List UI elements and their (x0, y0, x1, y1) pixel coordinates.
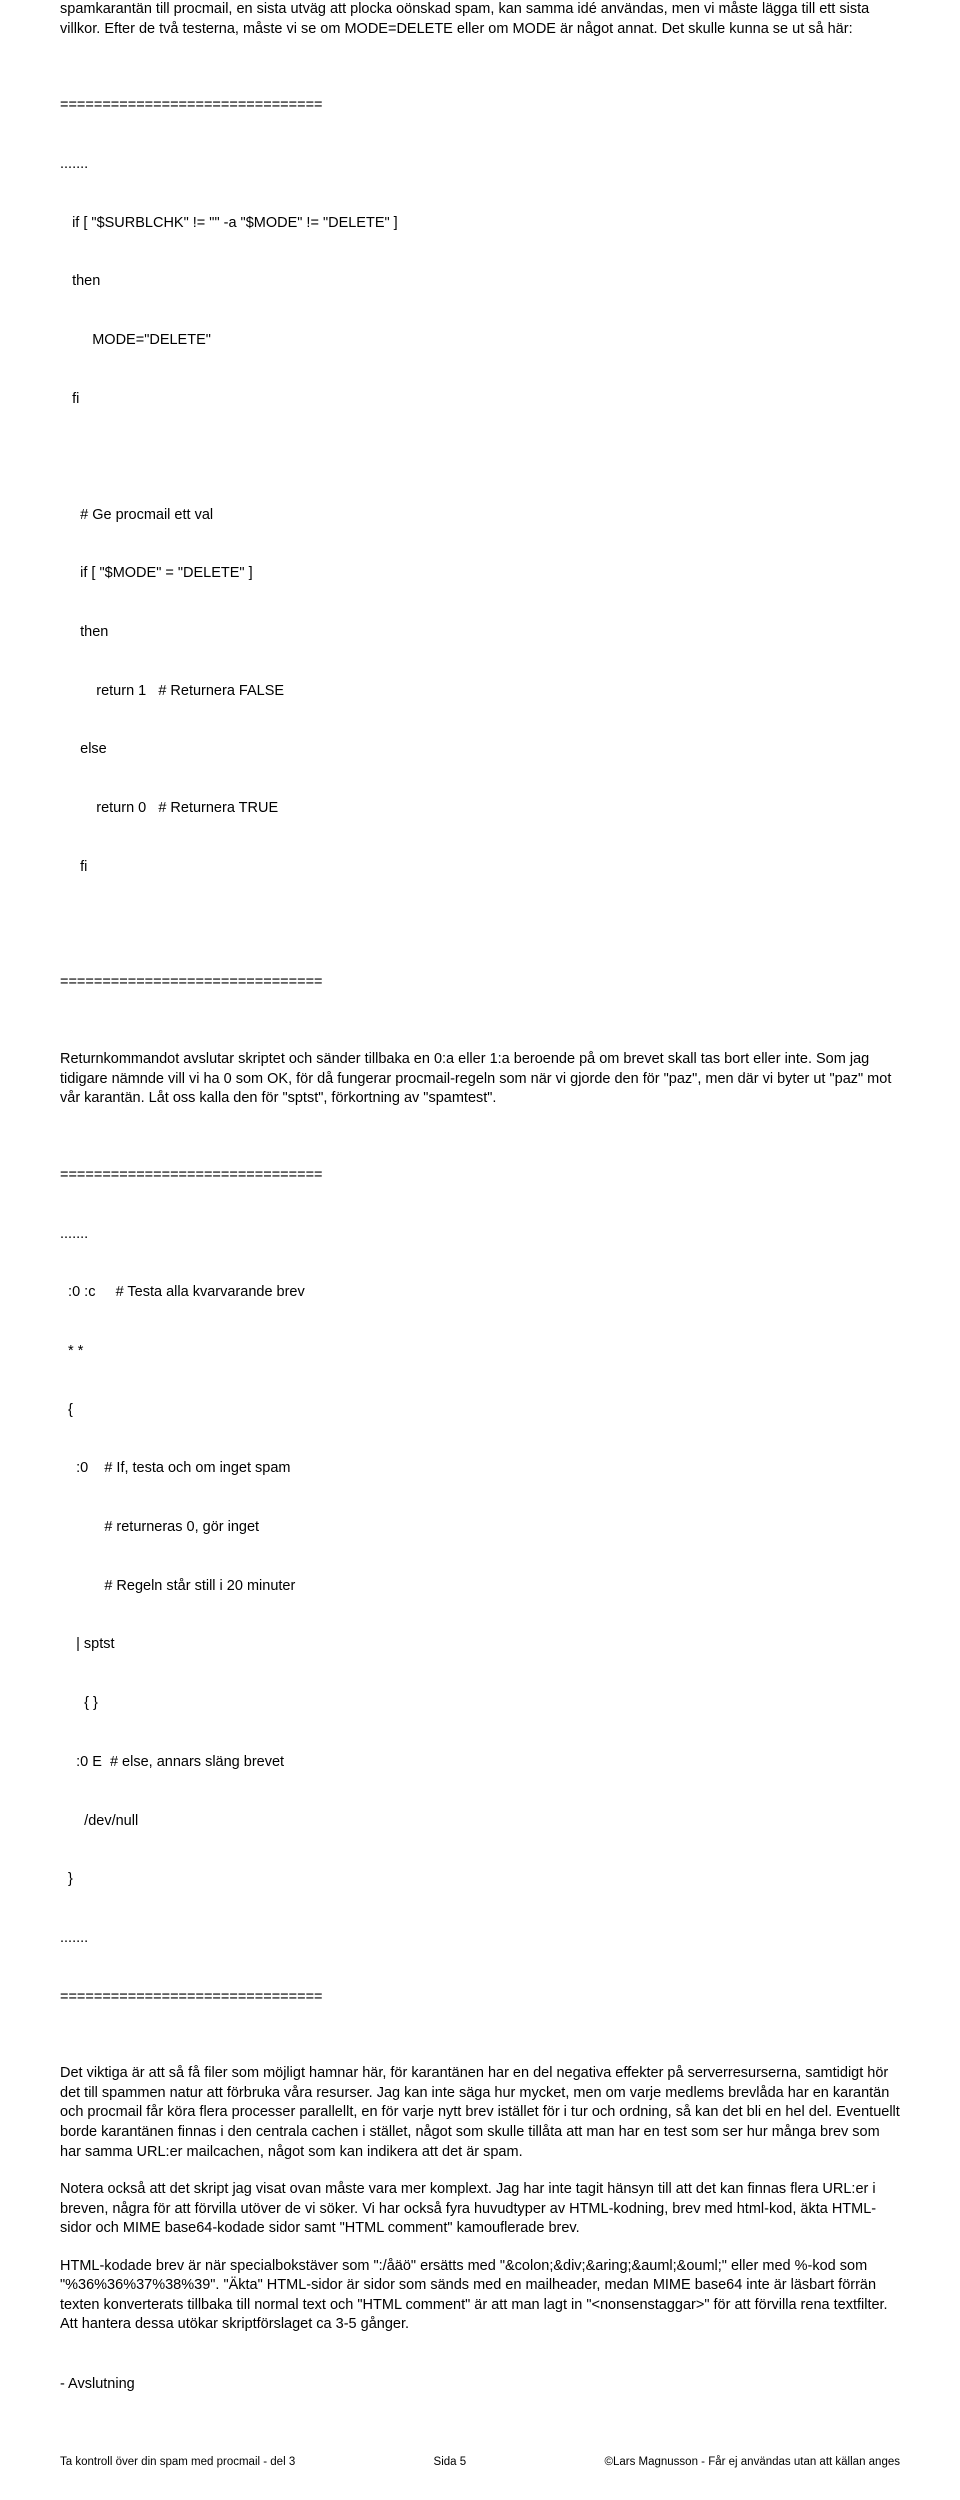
code-block-1: =============================== ....... … (60, 57, 900, 448)
paragraph-return: Returnkommandot avslutar skriptet och sä… (60, 1050, 900, 1109)
code-line: } (60, 1870, 900, 1890)
paragraph-html: HTML-kodade brev är när specialbokstäver… (60, 2257, 900, 2335)
code-line: else (60, 740, 900, 760)
separator-block: =============================== (60, 934, 900, 1032)
code-line: :0 :c # Testa alla kvarvarande brev (60, 1283, 900, 1303)
paragraph-closing: - Avslutning (60, 2375, 900, 2395)
code-line: MODE="DELETE" (60, 331, 900, 351)
paragraph-intro: spamkarantän till procmail, en sista utv… (60, 0, 900, 39)
dots: ....... (60, 1225, 900, 1245)
code-line: return 1 # Returnera FALSE (60, 682, 900, 702)
code-line: then (60, 272, 900, 292)
code-line: /dev/null (60, 1812, 900, 1832)
dots: ....... (60, 155, 900, 175)
code-line: :0 # If, testa och om inget spam (60, 1459, 900, 1479)
code-line: fi (60, 390, 900, 410)
code-line: # Regeln står still i 20 minuter (60, 1577, 900, 1597)
code-line: # Ge procmail ett val (60, 506, 900, 526)
code-line: return 0 # Returnera TRUE (60, 799, 900, 819)
footer-left: Ta kontroll över din spam med procmail -… (60, 2455, 295, 2471)
code-line: then (60, 623, 900, 643)
code-line: if [ "$SURBLCHK" != "" -a "$MODE" != "DE… (60, 214, 900, 234)
code-block-2: # Ge procmail ett val if [ "$MODE" = "DE… (60, 466, 900, 916)
paragraph-note: Notera också att det skript jag visat ov… (60, 2180, 900, 2239)
code-line: { } (60, 1694, 900, 1714)
separator: =============================== (60, 1988, 900, 2008)
paragraph-important: Det viktiga är att så få filer som möjli… (60, 2064, 900, 2162)
footer-right: ©Lars Magnusson - Får ej användas utan a… (604, 2455, 900, 2471)
code-line: * * (60, 1342, 900, 1362)
code-line: :0 E # else, annars släng brevet (60, 1753, 900, 1773)
code-line: # returneras 0, gör inget (60, 1518, 900, 1538)
code-block-3: =============================== ....... … (60, 1127, 900, 2046)
document-page: spamkarantän till procmail, en sista utv… (0, 0, 960, 2500)
separator: =============================== (60, 96, 900, 116)
code-line: if [ "$MODE" = "DELETE" ] (60, 564, 900, 584)
page-footer: Ta kontroll över din spam med procmail -… (60, 2455, 900, 2471)
dots: ....... (60, 1929, 900, 1949)
code-line: | sptst (60, 1635, 900, 1655)
separator: =============================== (60, 1166, 900, 1186)
separator: =============================== (60, 973, 900, 993)
footer-center: Sida 5 (434, 2455, 467, 2471)
code-line: fi (60, 858, 900, 878)
code-line: { (60, 1401, 900, 1421)
